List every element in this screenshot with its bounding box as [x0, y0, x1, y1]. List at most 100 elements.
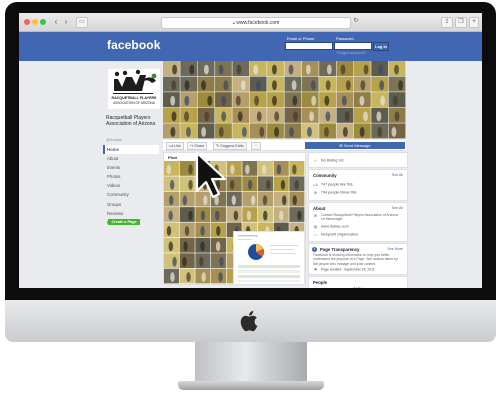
zoom-window-button[interactable] [40, 19, 46, 25]
address-bar[interactable]: 🔒︎ www.facebook.com [161, 17, 351, 29]
cover-photo[interactable] [163, 61, 406, 139]
forward-arrow-icon[interactable]: › [61, 17, 71, 26]
collage-person-figure [359, 95, 365, 106]
community-title: Community [313, 173, 337, 178]
reload-icon[interactable]: ↻ [351, 17, 361, 26]
collage-person-figure [170, 272, 175, 282]
tabs-overview-icon[interactable]: ❐ [455, 17, 467, 28]
share-icon[interactable]: ⇪ [441, 17, 453, 28]
collage-photo-tile [353, 107, 371, 123]
collage-person-figure [279, 210, 284, 221]
collage-person-figure [199, 256, 204, 267]
collage-person-figure [359, 126, 365, 137]
password-field[interactable] [334, 42, 372, 50]
collage-person-figure [247, 179, 253, 190]
collage-person-figure [376, 111, 382, 122]
collage-person-figure [241, 126, 247, 137]
collage-person-figure [340, 64, 346, 75]
more-options-button[interactable]: ··· [251, 142, 261, 150]
collage-photo-tile [388, 123, 406, 139]
collage-photo-tile [273, 161, 289, 176]
people-count: 747 [353, 286, 360, 288]
collage-person-figure [182, 195, 187, 206]
sidebar-item-about[interactable]: About [103, 154, 159, 163]
messenger-contact-row[interactable]: ✉︎ Contact Racquetball Players Associatio… [313, 213, 401, 222]
suggest-edits-button[interactable]: ✎ Suggest Edits [213, 142, 247, 150]
sidebar-item-events[interactable]: Events [103, 163, 159, 172]
sidebar-item-videos[interactable]: Videos [103, 181, 159, 190]
page-title[interactable]: Racquetball Players Association of Arizo… [106, 115, 162, 128]
collage-person-figure [171, 111, 177, 122]
close-window-button[interactable] [24, 19, 30, 25]
collage-person-figure [325, 80, 331, 91]
collage-person-figure [240, 80, 246, 91]
star-icon: ☆ [313, 158, 318, 163]
collage-photo-tile [179, 253, 195, 269]
collage-person-figure [182, 256, 187, 267]
collage-person-figure [237, 111, 243, 122]
send-message-button[interactable]: ✉︎ Send Message [305, 142, 405, 149]
facebook-header: facebook Email or Phone Password Log In … [19, 32, 482, 61]
sidebar-item-home[interactable]: Home [103, 145, 159, 155]
collage-person-figure [200, 241, 205, 252]
email-label: Email or Phone [287, 36, 315, 41]
collage-person-figure [218, 64, 224, 75]
collage-photo-tile [289, 161, 305, 176]
collage-person-figure [272, 64, 277, 75]
collage-person-figure [231, 195, 236, 206]
collage-person-figure [203, 64, 209, 75]
transparency-description: Facebook is showing information to help … [313, 253, 398, 266]
collage-person-figure [344, 111, 350, 122]
collage-person-figure [363, 111, 368, 122]
post-photo-collage[interactable] [164, 161, 305, 284]
facebook-logo[interactable]: facebook [107, 38, 160, 52]
page-transparency-card: Page Transparency f See More Facebook is… [308, 243, 408, 275]
people-count-row: 747 likes [353, 286, 368, 288]
collage-person-figure [184, 80, 190, 91]
create-page-button[interactable]: Create a Page [108, 219, 140, 225]
collage-person-figure [168, 241, 173, 252]
left-column: RACQUETBALL PLAYERS ASSOCIATION OF ARIZO… [103, 61, 162, 288]
rating-card: ☆ No Rating Yet [308, 152, 408, 168]
sidebar-item-community[interactable]: Community [103, 190, 159, 199]
new-tab-icon[interactable]: + [469, 17, 479, 28]
page-profile-logo[interactable]: RACQUETBALL PLAYERS ASSOCIATION OF ARIZO… [108, 69, 160, 109]
like-button[interactable]: 👍︎ Like [166, 142, 184, 150]
collage-person-figure [379, 80, 385, 91]
forgot-account-link[interactable]: Forgot account? [337, 50, 366, 55]
collage-photo-tile [197, 123, 215, 139]
share-button[interactable]: ↪ Share [187, 142, 208, 150]
collage-person-figure [218, 272, 223, 282]
minimize-window-button[interactable] [32, 19, 38, 25]
login-button[interactable]: Log In [373, 42, 389, 51]
share-arrow-icon: ↪ [190, 144, 194, 148]
collage-person-figure [256, 80, 261, 91]
sidebar-item-photos[interactable]: Photos [103, 172, 159, 181]
flag-icon: ⚑ [313, 267, 318, 272]
sidebar-item-groups[interactable]: Groups [103, 200, 159, 209]
email-field[interactable] [285, 42, 333, 50]
url-text: www.facebook.com [236, 20, 280, 26]
collage-person-figure [172, 256, 177, 267]
about-see-all-link[interactable]: See All [392, 206, 403, 210]
collage-person-figure [289, 126, 294, 137]
category-row[interactable]: ⌂ Nonprofit Organization [313, 232, 358, 237]
transparency-see-more-link[interactable]: See More [387, 247, 403, 251]
collage-person-figure [168, 210, 173, 221]
collage-person-figure [259, 126, 265, 137]
photos-post-card: Phot [163, 152, 306, 285]
collage-person-figure [251, 195, 256, 206]
document-thumbnail[interactable] [233, 231, 305, 284]
collage-photo-tile [371, 92, 389, 108]
sidebar-item-reviews[interactable]: Reviews [103, 209, 159, 218]
messenger-icon: ✉︎ [339, 143, 343, 148]
back-arrow-icon[interactable]: ‹ [51, 17, 61, 26]
collage-person-figure [184, 95, 190, 106]
community-see-all-link[interactable]: See All [392, 173, 403, 177]
website-row[interactable]: ◍ www.rballaz.com [313, 224, 349, 229]
collage-person-figure [305, 64, 311, 75]
page-handle[interactable]: @rballaz [106, 137, 122, 142]
collage-person-figure [170, 126, 176, 137]
sidebar-toggle-icon[interactable]: ▭ [76, 17, 88, 28]
collage-person-figure [188, 210, 193, 221]
